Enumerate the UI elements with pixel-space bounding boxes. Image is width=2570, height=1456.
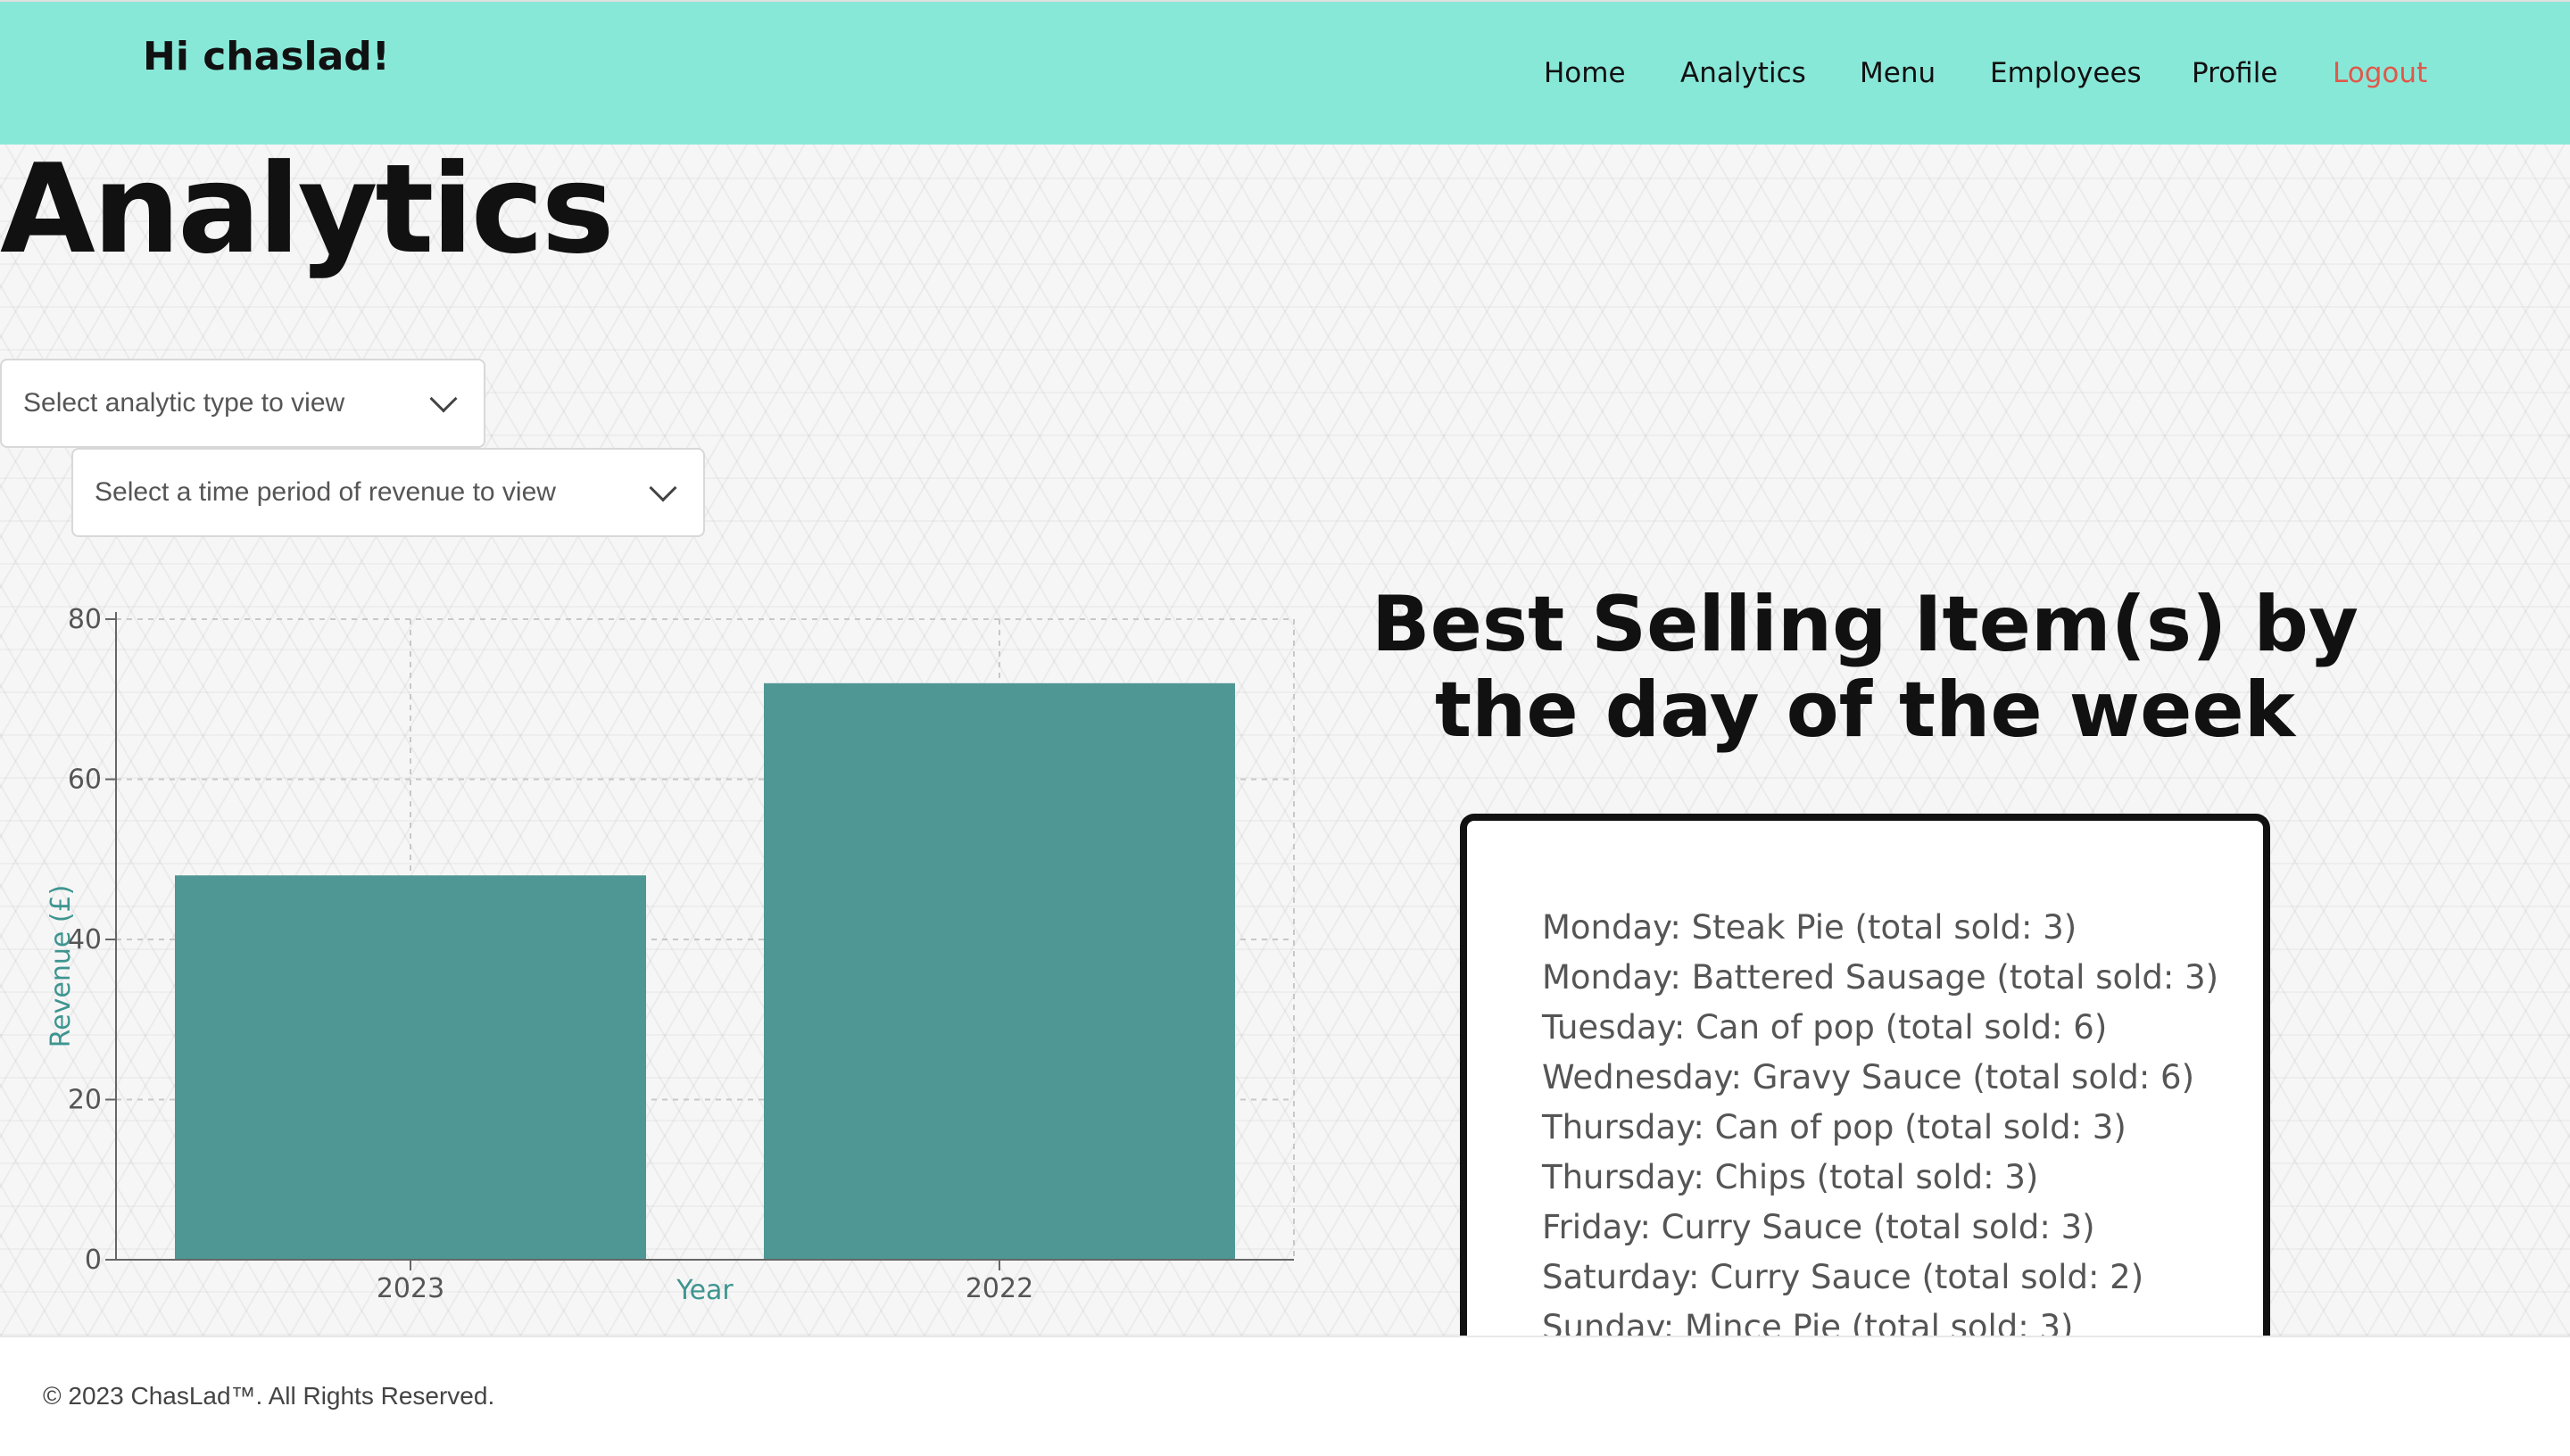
bar-2023 [175,875,646,1260]
chevron-down-icon [649,474,677,502]
list-item: Wednesday: Gravy Sauce (total sold: 6) [1542,1058,2195,1096]
bar-2022 [764,682,1235,1260]
y-tick-label: 80 [68,604,102,635]
page-title: Analytics [0,137,615,281]
y-tick-label: 60 [68,765,102,796]
best-selling-list: Monday: Steak Pie (total sold: 3) Monday… [1460,814,2270,1349]
nav-links: Home Analytics Menu Employees Profile Lo… [0,57,2570,100]
list-item: Friday: Curry Sauce (total sold: 3) [1542,1208,2095,1246]
revenue-chart: 0 20 40 60 80 2023 2022 Year Revenue (£) [0,589,1321,1320]
chevron-down-icon [429,385,458,413]
x-tick-label: 2022 [966,1273,1033,1304]
analytic-type-placeholder: Select analytic type to view [23,388,345,418]
top-navbar: Hi chaslad! Home Analytics Menu Employee… [0,0,2570,145]
y-tick-label: 20 [68,1085,102,1116]
revenue-chart-svg: 0204060802023 2022YearRevenue (£) [46,604,1295,1306]
x-axis-label: Year [676,1275,734,1306]
nav-employees[interactable]: Employees [1990,57,2142,89]
nav-menu[interactable]: Menu [1860,57,1936,89]
time-period-select[interactable]: Select a time period of revenue to view [71,448,705,537]
best-selling-title: Best Selling Item(s) by the day of the w… [1372,580,2359,755]
site-footer: © 2023 ChasLad™. All Rights Reserved. [0,1336,2570,1456]
list-item: Thursday: Chips (total sold: 3) [1542,1158,2039,1196]
copyright-text: © 2023 ChasLad™. All Rights Reserved. [43,1382,495,1410]
x-tick-label: 2023 [377,1273,444,1304]
nav-analytics[interactable]: Analytics [1680,57,1806,89]
list-item: Thursday: Can of pop (total sold: 3) [1542,1108,2126,1146]
y-axis-label: Revenue (£) [46,885,77,1048]
nav-logout[interactable]: Logout [2333,57,2427,89]
nav-home[interactable]: Home [1544,57,1626,89]
y-tick-label: 0 [85,1245,102,1276]
list-item: Tuesday: Can of pop (total sold: 6) [1542,1008,2108,1046]
list-item: Saturday: Curry Sauce (total sold: 2) [1542,1258,2144,1296]
list-item: Monday: Battered Sausage (total sold: 3) [1542,958,2219,997]
list-item: Monday: Steak Pie (total sold: 3) [1542,908,2077,947]
nav-profile[interactable]: Profile [2192,57,2277,89]
time-period-placeholder: Select a time period of revenue to view [95,477,556,507]
analytic-type-select[interactable]: Select analytic type to view [0,359,485,448]
